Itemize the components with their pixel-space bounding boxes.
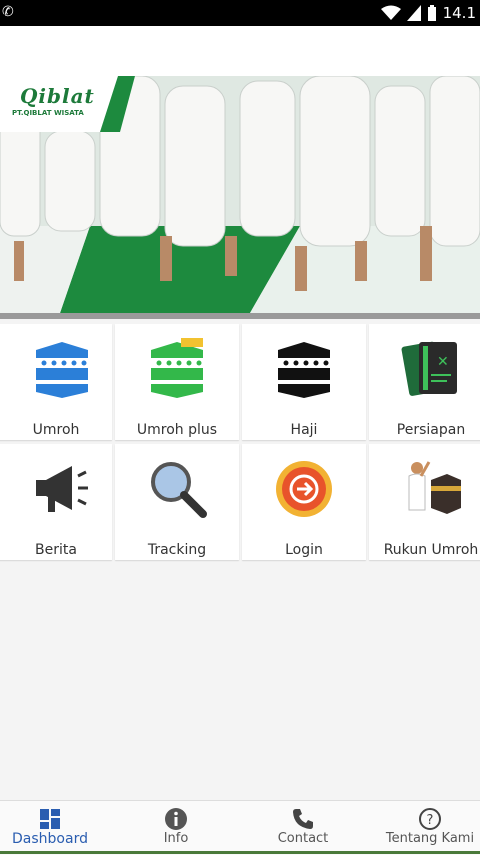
menu-tile-haji[interactable]: Haji <box>242 324 366 440</box>
status-bar: ✆ 14.1 <box>0 0 480 26</box>
info-icon <box>165 808 187 830</box>
app-bar <box>0 26 480 76</box>
menu-label: Login <box>285 542 323 558</box>
menu-tile-login[interactable]: Login <box>242 444 366 560</box>
bottom-nav: Dashboard Info Contact ? Tentang Kami <box>0 800 480 855</box>
hero-banner: Qiblat PT.QIBLAT WISATA <box>0 76 480 313</box>
nav-label: Dashboard <box>12 831 88 847</box>
nav-label: Contact <box>277 831 329 846</box>
menu-label: Berita <box>35 542 77 558</box>
kaaba-blue-icon <box>36 342 88 398</box>
battery-icon <box>427 5 436 21</box>
nav-dashboard[interactable]: Dashboard <box>0 801 110 853</box>
help-icon: ? <box>419 808 441 830</box>
menu-label: Haji <box>290 422 318 438</box>
signal-icon <box>406 5 421 21</box>
nav-contact[interactable]: Contact <box>243 801 363 853</box>
status-time: 14.1 <box>442 4 476 22</box>
pilgrim-kaaba-icon <box>408 461 461 514</box>
menu-tile-umroh[interactable]: Umroh <box>0 324 112 440</box>
menu-label: Umroh <box>32 422 80 438</box>
nav-info[interactable]: Info <box>116 801 236 853</box>
dashboard-icon <box>40 809 60 829</box>
menu-label: Rukun Umroh <box>383 542 479 558</box>
menu-tile-rukun-umroh[interactable]: Rukun Umroh <box>369 444 480 560</box>
nav-label: Info <box>163 831 189 846</box>
kaaba-green-icon <box>151 338 203 398</box>
nav-tentang-kami[interactable]: ? Tentang Kami <box>370 801 480 853</box>
wifi-icon <box>380 5 401 20</box>
banner-divider <box>0 313 480 319</box>
menu-label: Umroh plus <box>136 422 218 438</box>
menu-tile-berita[interactable]: Berita <box>0 444 112 560</box>
kaaba-black-icon <box>278 342 330 398</box>
svg-text:?: ? <box>427 813 434 828</box>
menu-tile-persiapan[interactable]: ✕ Persiapan <box>369 324 480 440</box>
login-arrow-icon <box>276 461 332 517</box>
svg-text:✕: ✕ <box>437 354 449 370</box>
magnifier-icon <box>151 462 207 518</box>
whatsapp-icon: ✆ <box>2 4 14 20</box>
menu-tile-umroh-plus[interactable]: Umroh plus <box>115 324 239 440</box>
brand-logo: Qiblat PT.QIBLAT WISATA <box>0 76 128 132</box>
document-icon: ✕ <box>401 341 457 396</box>
phone-icon <box>293 809 313 829</box>
menu-label: Persiapan <box>396 422 466 438</box>
menu-label: Tracking <box>147 542 207 558</box>
megaphone-icon <box>36 466 88 512</box>
brand-subtitle: PT.QIBLAT WISATA <box>12 109 84 117</box>
brand-name: Qiblat <box>20 84 95 108</box>
nav-label: Tentang Kami <box>385 831 475 846</box>
menu-tile-tracking[interactable]: Tracking <box>115 444 239 560</box>
